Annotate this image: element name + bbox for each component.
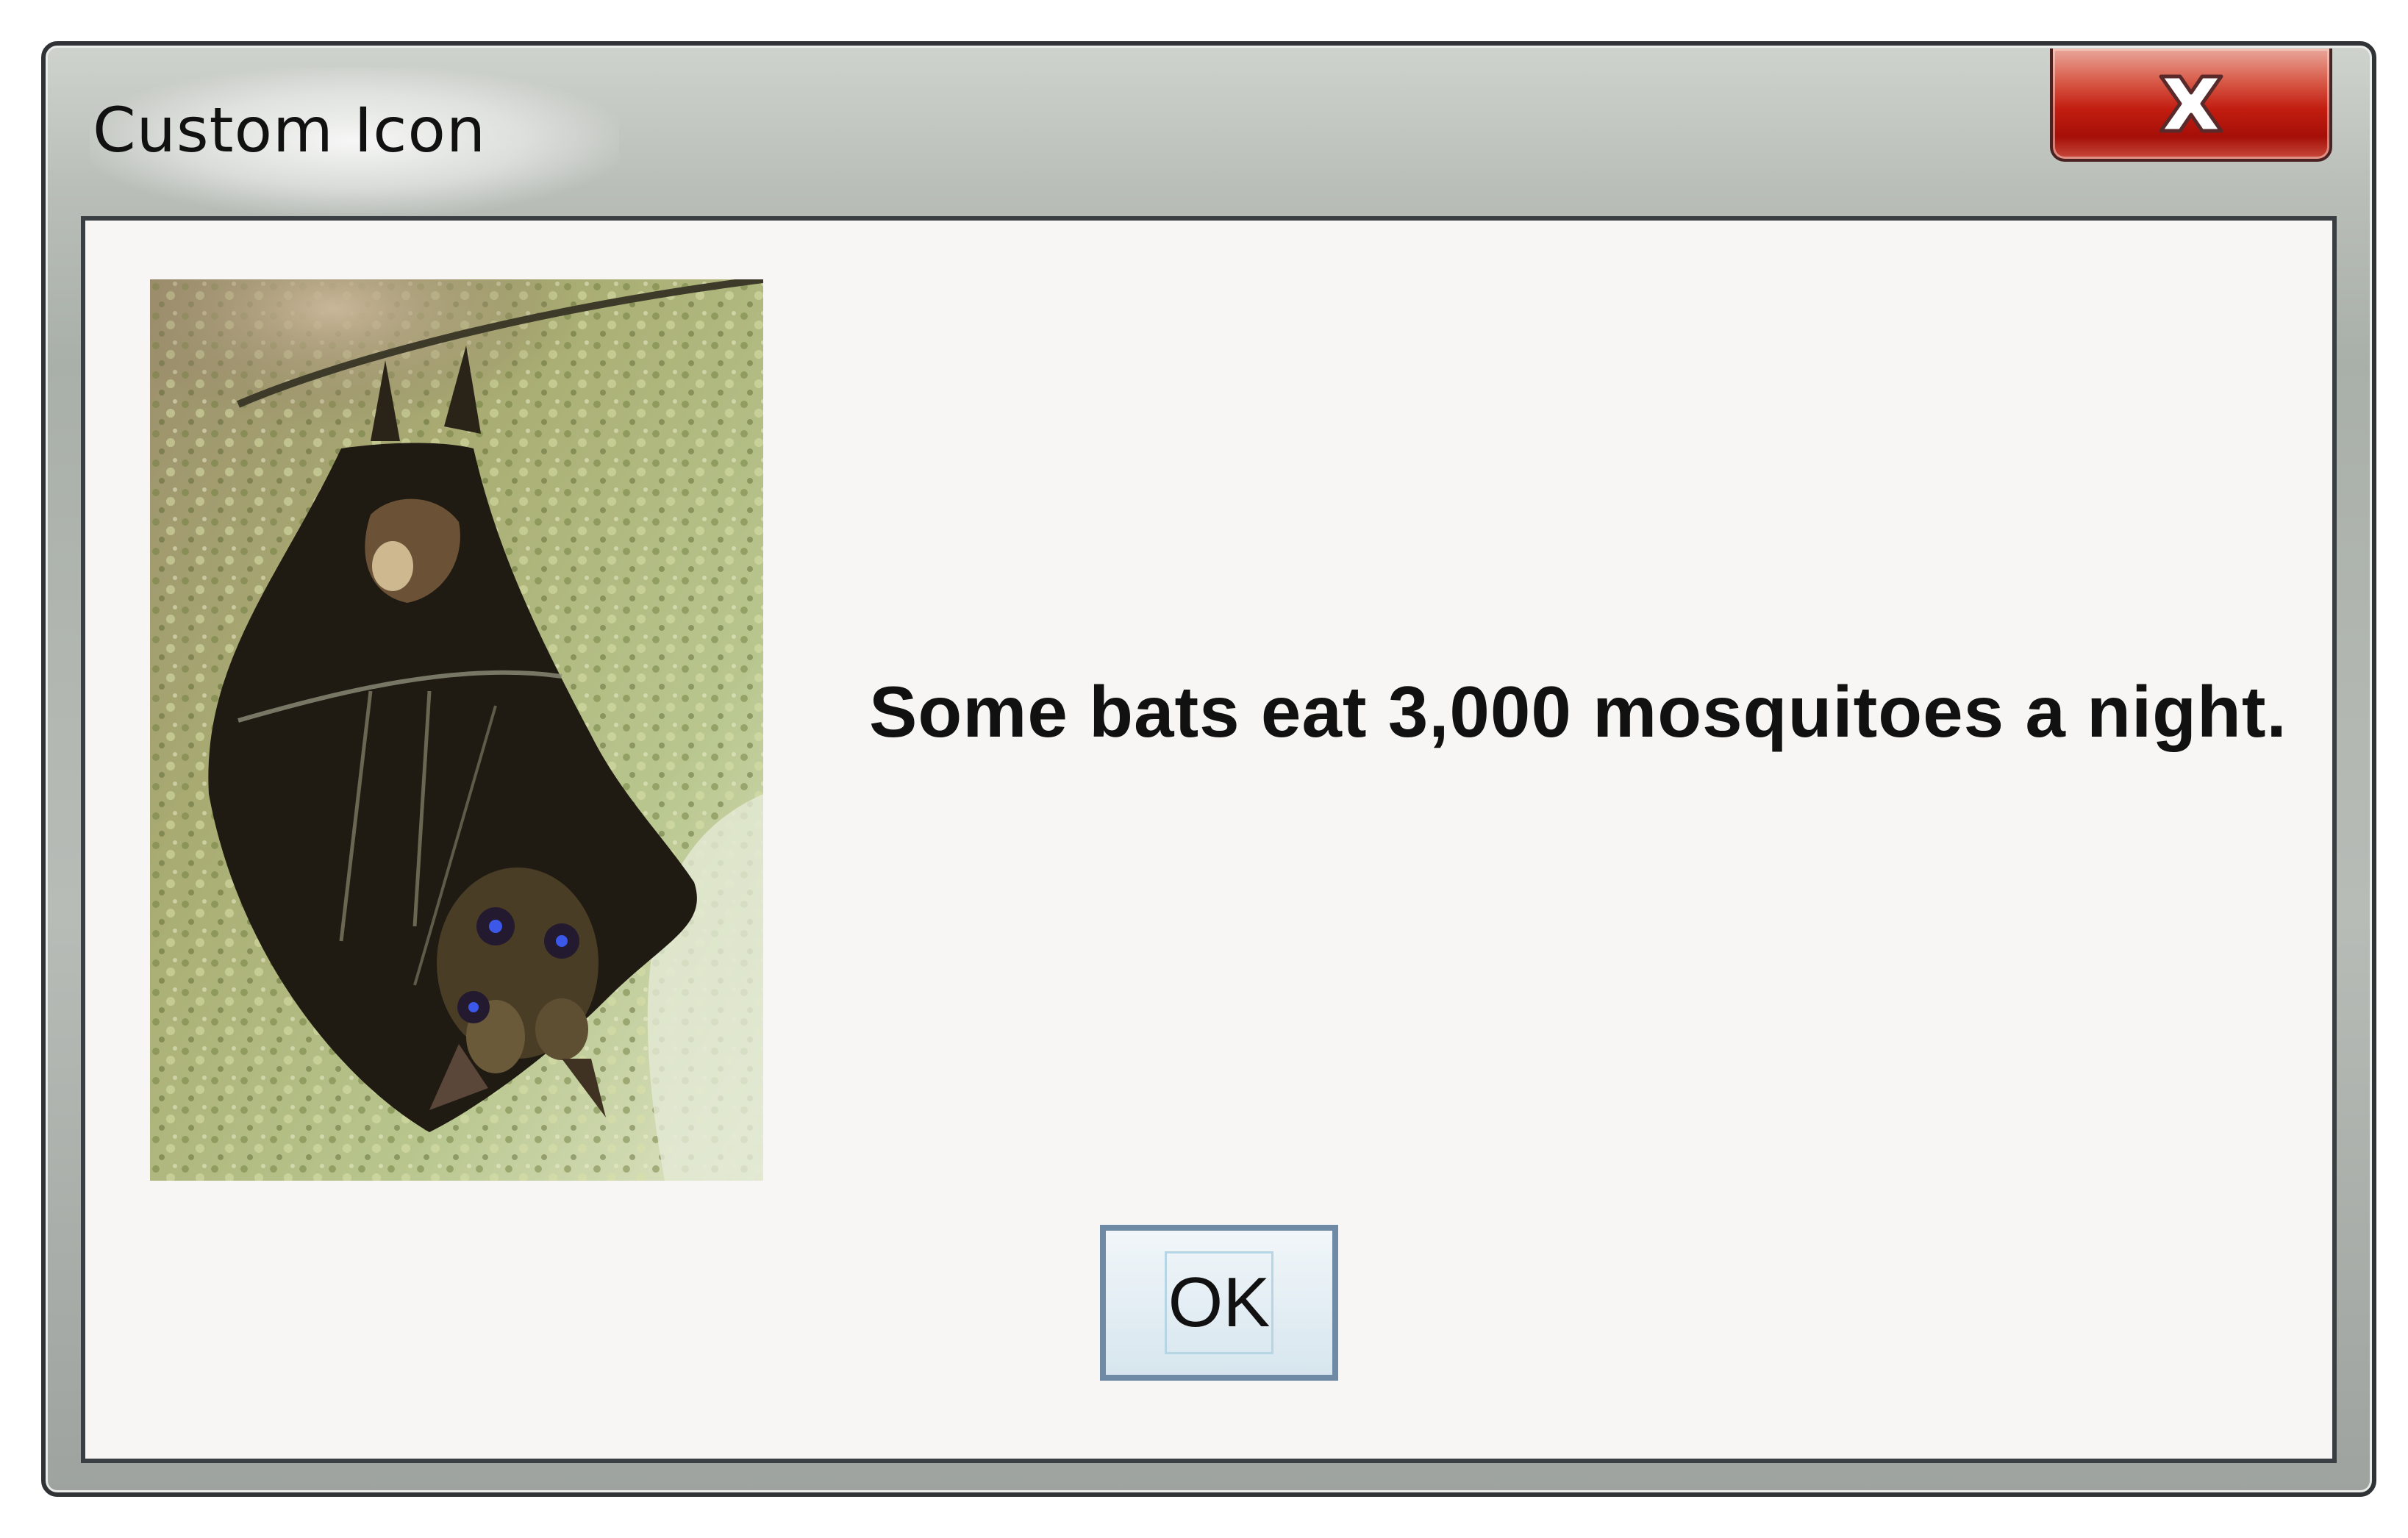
close-button[interactable] [2050, 49, 2332, 162]
dialog-window: Custom Icon Some bats eat 3,000 mosquito… [41, 41, 2376, 1497]
ok-button-label: OK [1168, 1263, 1271, 1342]
dialog-content: Some bats eat 3,000 mosquitoes a night. … [81, 216, 2337, 1463]
bat-photo-icon [150, 279, 763, 1181]
close-icon [2159, 74, 2223, 133]
dialog-message: Some bats eat 3,000 mosquitoes a night. [869, 671, 2287, 752]
window-title: Custom Icon [93, 94, 487, 166]
ok-button[interactable]: OK [1100, 1225, 1338, 1381]
